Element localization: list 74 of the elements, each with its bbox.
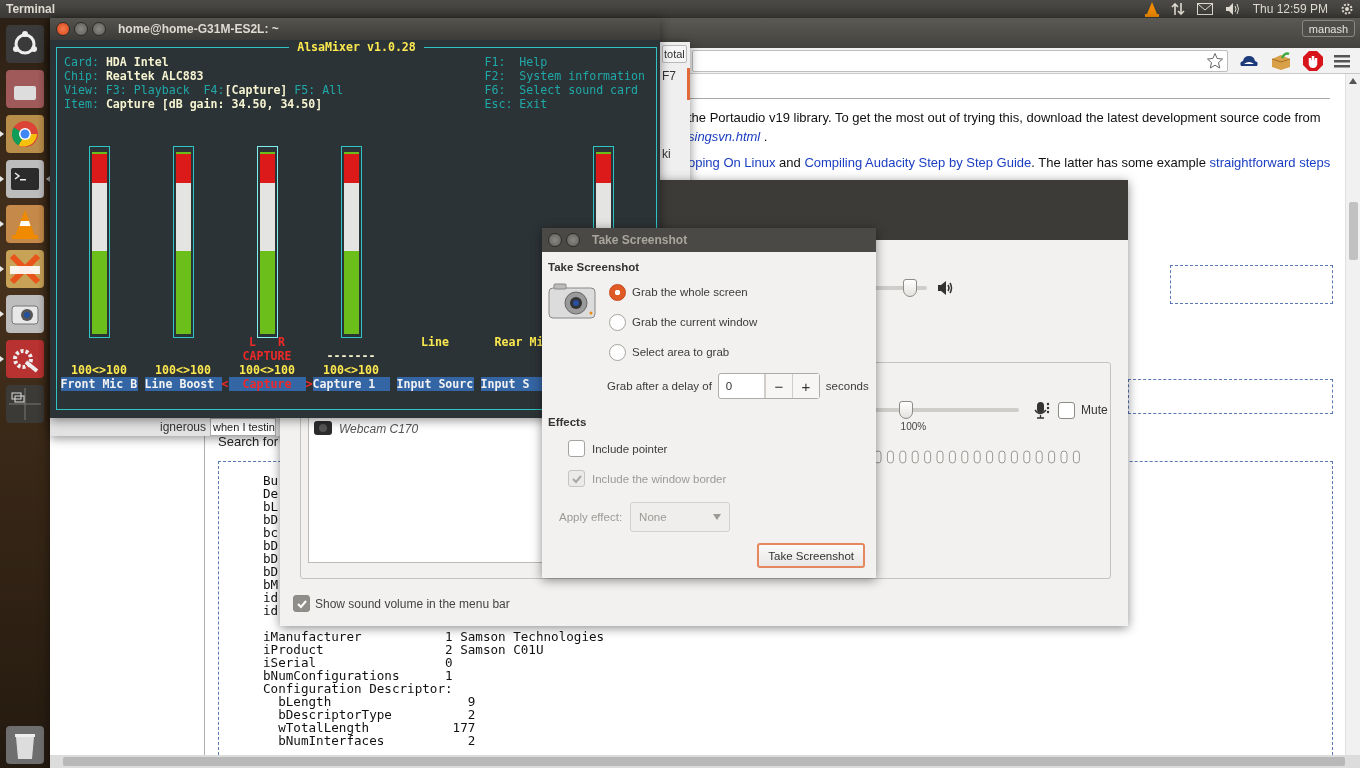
paragraph-text: and [778, 155, 802, 170]
code-line: id [263, 604, 279, 617]
percent-label: 100% [900, 421, 927, 432]
enum-value: Line [421, 335, 449, 349]
code-line: Configuration Descriptor: [263, 682, 453, 695]
info-value: HDA Intel [105, 55, 169, 69]
key-label: F2: [484, 69, 507, 83]
window-text: ki [662, 147, 671, 161]
delay-label: Grab after a delay of [607, 380, 712, 392]
code-line: iSerial 0 [263, 656, 453, 669]
code-line: bNumConfigurations 1 [263, 669, 453, 682]
key-action: System information [519, 69, 645, 83]
checkbox-label: Include the window border [592, 472, 727, 485]
info-value: Capture [dB gain: 34.50, 34.50] [105, 97, 323, 111]
code-line: De [263, 487, 279, 500]
option-label: Grab the current window [632, 316, 758, 328]
info-label: View: [64, 83, 99, 97]
info-label: Chip: [64, 69, 100, 83]
code-line: bLength 9 [278, 695, 476, 708]
key-label: F6: [484, 83, 507, 97]
code-line: bD [263, 513, 279, 526]
info-label: Item: [64, 97, 100, 111]
capture-status-text: ------- [326, 349, 376, 363]
section-heading: Take Screenshot [548, 260, 641, 274]
code-line: iProduct 2 Samson C01U [263, 643, 544, 656]
channel-side-label: L [249, 335, 256, 349]
code-line: bM [263, 578, 279, 591]
capture-label: CAPTURE [242, 349, 292, 363]
mute-label: Mute [1081, 403, 1108, 417]
view-key: F3: [105, 83, 127, 97]
key-label: F1: [484, 55, 507, 69]
delay-unit: seconds [825, 380, 869, 392]
window-text: F7 [662, 69, 676, 83]
code-line: iManufacturer 1 Samson Technologies [263, 630, 605, 643]
code-line: bD [263, 552, 279, 565]
active-app-title: Terminal [6, 2, 56, 16]
checkbox-label: Show sound volume in the menu bar [315, 596, 510, 611]
paragraph-text: . [762, 129, 768, 144]
code-line: bNumInterfaces 2 [277, 734, 476, 747]
code-line: bD [263, 565, 279, 578]
code-line: Bu [263, 474, 279, 487]
key-label: Esc: [484, 97, 514, 111]
mixer-title: AlsaMixer v1.0.28 [296, 40, 417, 54]
code-line: wTotalLength 177 [277, 721, 476, 734]
form-label: ignerous [160, 420, 207, 434]
volume-value: 100<>100 [323, 363, 379, 377]
selection-marker: > [305, 377, 313, 391]
option-label: Select area to grab [632, 346, 730, 358]
info-value: Realtek ALC883 [105, 69, 204, 83]
window-title: home@home-G31M-ES2L: ~ [118, 22, 279, 36]
checkbox-label: Include pointer [592, 442, 668, 455]
code-line: bD [263, 539, 279, 552]
code-line: bc [263, 526, 279, 539]
volume-value: 100<>100 [71, 363, 127, 377]
section-heading: Effects [548, 415, 588, 429]
enum-value: Rear Mi [494, 335, 544, 349]
selection-marker: < [221, 377, 229, 391]
view-key: F5: [294, 83, 316, 97]
apply-effect-label: Apply effect: [559, 511, 623, 523]
channel-side-label: R [278, 335, 285, 349]
key-action: Select sound card [519, 83, 639, 97]
paragraph-text: . The latter has some example [1031, 155, 1207, 170]
volume-value: 100<>100 [239, 363, 295, 377]
search-label: Search for [218, 435, 278, 449]
key-action: Exit [519, 97, 548, 111]
view-key: F4: [203, 83, 225, 97]
volume-value: 100<>100 [155, 363, 211, 377]
code-line: bDescriptorType 2 [277, 708, 476, 721]
info-label: Card: [64, 55, 100, 69]
window-title: Take Screenshot [592, 233, 688, 247]
key-action: Help [519, 55, 548, 69]
code-line: bL [263, 500, 279, 513]
code-line: id [263, 591, 279, 604]
option-label: Grab the whole screen [632, 286, 748, 298]
